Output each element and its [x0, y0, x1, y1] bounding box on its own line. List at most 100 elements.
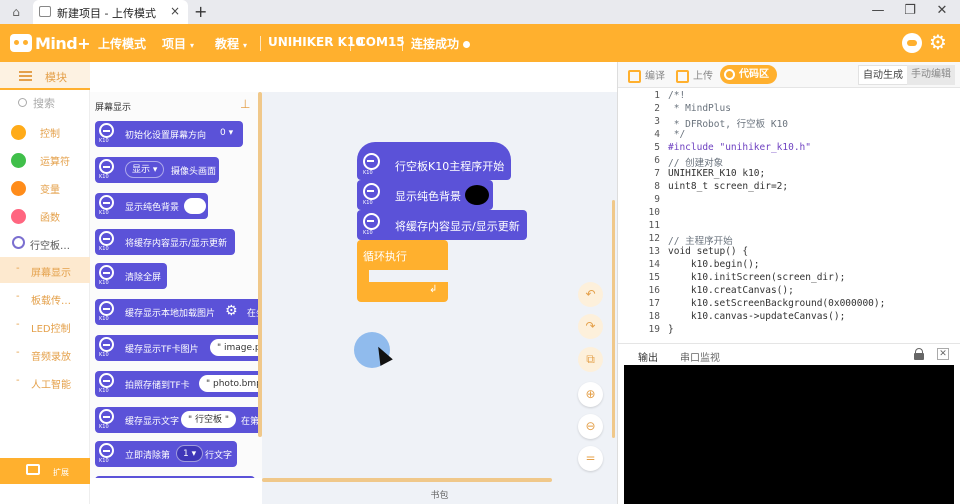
code-line: 16 k10.creatCanvas();	[618, 285, 960, 298]
subcategory-onboard-sensors[interactable]: - 板载传…	[0, 285, 90, 311]
clear-output-icon[interactable]: ✕	[937, 348, 949, 360]
auto-generate-tab[interactable]: 自动生成	[858, 65, 908, 85]
connection-status[interactable]: 连接成功	[411, 35, 471, 52]
undo-icon[interactable]: ↶	[578, 282, 603, 307]
backpack-label[interactable]: 书包	[262, 488, 617, 504]
workspace-horizontal-scrollbar[interactable]	[262, 478, 552, 482]
code-text: k10.canvas->updateCanvas();	[668, 311, 846, 322]
block-update-canvas[interactable]: K10 将缓存内容显示/显示更新	[95, 229, 235, 255]
k10-block-icon: K10	[98, 337, 115, 359]
category-operators[interactable]: 运算符	[0, 148, 90, 172]
block-solid-background[interactable]: K10 显示纯色背景	[95, 193, 208, 219]
k10-block-icon: K10	[98, 265, 115, 287]
category-unihiker-k10[interactable]: 行空板…	[0, 231, 90, 255]
modules-header[interactable]: 模块	[0, 62, 90, 90]
output-console[interactable]	[624, 365, 954, 504]
gear-icon[interactable]: ⚙	[929, 31, 947, 53]
restore-button[interactable]: ❐	[900, 3, 920, 18]
block-update-canvas-placed[interactable]: K10 将缓存内容显示/显示更新	[357, 210, 527, 240]
color-picker[interactable]	[184, 198, 206, 214]
upload-button[interactable]: 上传	[676, 67, 713, 83]
category-variables[interactable]: 变量	[0, 176, 90, 200]
subcategory-audio[interactable]: - 音频录放	[0, 341, 90, 367]
k10-block-icon: K10	[98, 159, 115, 181]
gear-icon[interactable]: ⚙	[225, 303, 238, 319]
subcategory-screen-display[interactable]: - 屏幕显示	[0, 257, 90, 283]
zoom-reset-icon[interactable]: =	[578, 446, 603, 471]
modules-header-label: 模块	[45, 71, 67, 84]
category-search[interactable]: 搜索	[18, 95, 55, 111]
tutorial-menu[interactable]: 教程 ▾	[215, 35, 247, 52]
subcategory-led-control[interactable]: - LED控制	[0, 313, 90, 339]
chevron-down-icon: ▾	[190, 41, 195, 50]
tab-output[interactable]: 输出	[638, 349, 658, 364]
subcategory-label: 屏幕显示	[31, 268, 71, 279]
close-window-button[interactable]: ✕	[932, 3, 952, 18]
line-number: 1	[654, 90, 660, 101]
block-clear-line[interactable]: K10 立即清除第 1 ▾ 行文字	[95, 441, 237, 467]
tab-project[interactable]: 新建项目 - 上传模式 ×	[33, 0, 188, 24]
project-menu[interactable]: 项目 ▾	[162, 35, 194, 52]
pin-icon[interactable]: ⊥	[240, 97, 250, 111]
color-picker[interactable]	[465, 185, 489, 205]
window-titlebar: ⌂ 新建项目 - 上传模式 × + — ❐ ✕	[0, 0, 960, 24]
code-text: k10.creatCanvas();	[668, 285, 794, 296]
top-navbar: Mind+ 上传模式 项目 ▾ 教程 ▾ UNIHIKER K10 COM15 连接…	[0, 24, 960, 62]
text-value-input[interactable]: " 行空板 "	[181, 411, 237, 428]
show-mode-dropdown[interactable]: 显示 ▾	[125, 161, 165, 178]
block-label: 将缓存内容显示/显示更新	[125, 239, 228, 249]
code-text: }	[668, 324, 674, 335]
zoom-in-icon[interactable]: ⊕	[578, 382, 603, 407]
block-show-tf-image[interactable]: K10 缓存显示TF卡图片 " image.png	[95, 335, 262, 361]
workspace-vertical-scrollbar[interactable]	[612, 200, 615, 438]
block-show-local-image[interactable]: K10 缓存显示本地加载图片 ⚙ 在坐	[95, 299, 262, 325]
subcategory-dash: -	[16, 347, 20, 358]
line-number: 17	[648, 298, 660, 309]
block-show-text[interactable]: K10 缓存显示文字 " 行空板 " 在第	[95, 407, 262, 433]
manual-edit-tab[interactable]: 手动编辑	[907, 65, 955, 85]
direction-dropdown[interactable]: 0 ▾	[214, 125, 239, 142]
new-tab-button[interactable]: +	[194, 2, 207, 21]
cleanup-icon[interactable]: ⧉	[578, 347, 603, 372]
compile-button[interactable]: 编译	[628, 67, 665, 83]
block-init-screen-direction[interactable]: K10 初始化设置屏幕方向 0 ▾	[95, 121, 243, 147]
zoom-out-icon[interactable]: ⊖	[578, 414, 603, 439]
block-label: 循环执行	[363, 250, 407, 263]
code-text: UNIHIKER_K10 k10;	[668, 168, 766, 179]
category-control[interactable]: 控制	[0, 120, 90, 144]
block-photo-to-tf[interactable]: K10 拍照存储到TF卡 " photo.bmp "	[95, 371, 262, 397]
photo-filename-input[interactable]: " photo.bmp "	[199, 375, 262, 392]
mode-menu[interactable]: 上传模式	[98, 35, 146, 52]
block-forever-loop[interactable]: 循环执行 ↲	[357, 240, 448, 302]
subcategory-label: LED控制	[31, 324, 71, 335]
tab-title: 新建项目 - 上传模式	[57, 7, 156, 20]
line-number: 10	[648, 207, 660, 218]
category-functions[interactable]: 函数	[0, 204, 90, 228]
block-solid-background-placed[interactable]: K10 显示纯色背景	[357, 180, 493, 210]
code-line: 17 k10.setScreenBackground(0x000000);	[618, 298, 960, 311]
home-icon[interactable]: ⌂	[8, 4, 24, 20]
category-label: 变量	[40, 185, 60, 196]
extensions-button[interactable]: 扩展	[0, 458, 90, 484]
code-editor[interactable]: 1/*! 2 * MindPlus 3 * DFRobot, 行空板 K10 4 */…	[618, 90, 960, 340]
chevron-down-icon: ▾	[243, 41, 248, 50]
category-label: 行空板…	[30, 241, 70, 252]
code-line: 8 uint8_t screen_dir=2;	[618, 181, 960, 194]
block-partial[interactable]	[95, 476, 255, 478]
category-label: 运算符	[40, 157, 70, 168]
output-tabs: 输出 串口监视 ✕	[618, 343, 960, 365]
code-area-button[interactable]: 代码区	[720, 65, 777, 84]
port-selector[interactable]: COM15	[357, 35, 405, 49]
subcategory-ai[interactable]: - 人工智能	[0, 369, 90, 395]
block-clear-screen[interactable]: K10 清除全屏	[95, 263, 167, 289]
assistant-robot-icon[interactable]	[902, 33, 922, 53]
image-filename-input[interactable]: " image.png	[210, 339, 262, 356]
subcategory-label: 音频录放	[31, 352, 71, 363]
lock-icon[interactable]	[914, 348, 924, 360]
tab-serial-monitor[interactable]: 串口监视	[680, 349, 720, 364]
tab-close-button[interactable]: ×	[170, 4, 180, 18]
line-number-dropdown[interactable]: 1 ▾	[176, 445, 204, 462]
minimize-button[interactable]: —	[868, 3, 888, 18]
block-show-camera[interactable]: K10 显示 ▾ 摄像头画面	[95, 157, 219, 183]
redo-icon[interactable]: ↷	[578, 314, 603, 339]
